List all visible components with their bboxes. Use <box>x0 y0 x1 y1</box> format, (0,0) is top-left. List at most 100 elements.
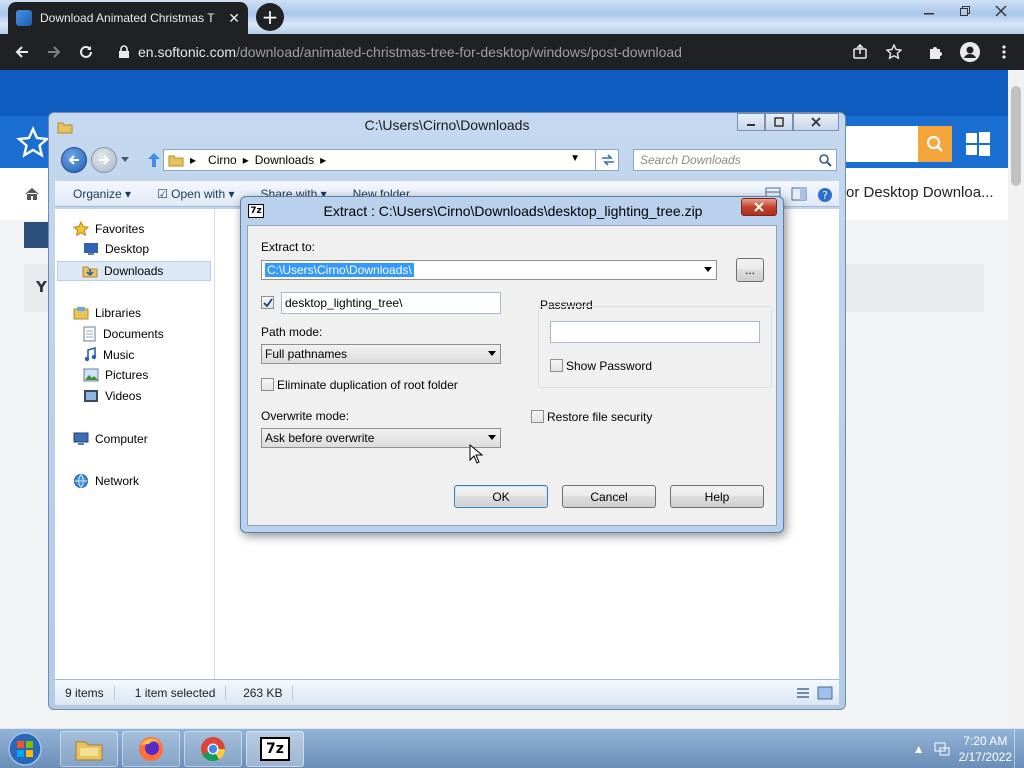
app-thumbnail <box>24 222 50 248</box>
download-card-text: Y <box>36 278 47 296</box>
restore-security-checkbox[interactable] <box>531 410 544 423</box>
taskbar-7zip[interactable]: 7z <box>246 731 304 767</box>
arrow-right-icon <box>48 46 61 58</box>
large-icons-view-icon[interactable] <box>817 686 833 700</box>
chevron-right-icon[interactable]: ▸ <box>243 153 249 167</box>
forward-button[interactable] <box>38 36 70 68</box>
svg-text:?: ? <box>822 189 828 202</box>
details-view-icon[interactable] <box>795 686 811 700</box>
address-dropdown-icon[interactable]: ▼ <box>570 153 580 164</box>
network-status-icon[interactable] <box>933 740 951 758</box>
explorer-status-bar: 9 items 1 item selected 263 KB <box>55 679 839 705</box>
explorer-address-bar[interactable]: ▸ Cirno ▸ Downloads ▸ ▼ <box>163 149 619 171</box>
downloads-folder-icon <box>82 266 98 278</box>
chevron-down-icon <box>488 351 496 356</box>
arrow-left-icon <box>68 155 79 165</box>
chevron-down-icon[interactable] <box>121 157 129 163</box>
checkmark-icon <box>262 297 273 307</box>
path-mode-label: Path mode: <box>261 325 323 339</box>
videos-icon <box>84 390 98 402</box>
explorer-window-controls <box>737 113 839 131</box>
nav-pictures[interactable]: Pictures <box>83 368 148 382</box>
organize-button[interactable]: Organize ▾ <box>73 187 131 201</box>
up-arrow-icon[interactable] <box>147 152 161 168</box>
page-scrollbar[interactable] <box>1008 70 1024 728</box>
firefox-icon <box>139 737 163 761</box>
browser-tab[interactable]: Download Animated Christmas T ✕ <box>8 2 248 34</box>
7zip-icon: 7z <box>260 737 290 761</box>
explorer-maximize-button[interactable] <box>765 113 793 131</box>
eliminate-duplication-checkbox[interactable] <box>261 378 274 391</box>
start-button[interactable] <box>4 731 46 767</box>
close-button[interactable] <box>986 0 1016 22</box>
taskbar-chrome[interactable] <box>184 731 242 767</box>
explorer-search-placeholder: Search Downloads <box>640 153 741 167</box>
nav-libraries[interactable]: Libraries <box>73 305 141 321</box>
close-icon <box>811 117 821 127</box>
system-tray: ▲ 7:20 AM 2/17/2022 <box>913 733 1012 765</box>
tab-close-icon[interactable]: ✕ <box>228 10 240 27</box>
clock-time: 7:20 AM <box>963 734 1008 748</box>
back-button[interactable] <box>6 36 38 68</box>
dialog-close-button[interactable] <box>741 198 777 216</box>
extract-to-combo[interactable]: C:\Users\Cirno\Downloads\ <box>261 260 717 280</box>
help-icon[interactable]: ? <box>817 187 833 203</box>
folder-name-checkbox[interactable] <box>261 296 274 309</box>
open-with-button[interactable]: ☑ Open with ▾ <box>157 187 234 201</box>
browse-button[interactable]: ... <box>736 258 764 282</box>
overwrite-mode-select[interactable]: Ask before overwrite <box>261 428 501 448</box>
site-search-button[interactable] <box>918 126 952 162</box>
chevron-right-icon: ▸ <box>190 153 197 167</box>
taskbar-explorer[interactable] <box>60 731 118 767</box>
new-tab-button[interactable]: + <box>256 3 284 31</box>
show-password-label: Show Password <box>566 359 653 373</box>
show-password-checkbox[interactable] <box>550 359 563 372</box>
menu-button[interactable] <box>988 36 1020 68</box>
nav-favorites[interactable]: Favorites <box>73 221 144 237</box>
reload-button[interactable] <box>70 36 102 68</box>
tray-expand-icon[interactable]: ▲ <box>913 742 925 756</box>
explorer-minimize-button[interactable] <box>737 113 765 131</box>
ad-banner <box>0 70 1008 116</box>
explorer-search-input[interactable]: Search Downloads <box>633 149 837 171</box>
reload-icon <box>80 45 92 58</box>
nav-videos[interactable]: Videos <box>83 389 141 403</box>
nav-documents[interactable]: Documents <box>83 326 164 342</box>
bookmark-button[interactable] <box>878 36 910 68</box>
preview-pane-icon[interactable] <box>791 187 807 201</box>
profile-button[interactable] <box>954 36 986 68</box>
extensions-button[interactable] <box>920 36 952 68</box>
nav-desktop[interactable]: Desktop <box>83 242 149 256</box>
explorer-back-button[interactable] <box>61 147 87 173</box>
address-segment-downloads[interactable]: Downloads <box>255 153 314 167</box>
nav-music[interactable]: Music <box>83 347 134 363</box>
share-button[interactable] <box>844 36 876 68</box>
cancel-button[interactable]: Cancel <box>562 485 656 508</box>
taskbar-firefox[interactable] <box>122 731 180 767</box>
computer-icon <box>73 432 89 445</box>
minimize-icon <box>747 124 755 126</box>
scrollbar-thumb[interactable] <box>1011 86 1021 186</box>
clock[interactable]: 7:20 AM 2/17/2022 <box>959 733 1012 765</box>
minimize-button[interactable] <box>914 0 944 22</box>
explorer-forward-button[interactable] <box>91 147 117 173</box>
address-bar[interactable]: en.softonic.com/download/animated-christ… <box>108 38 848 66</box>
nav-computer[interactable]: Computer <box>73 431 148 447</box>
restore-button[interactable] <box>950 0 980 22</box>
explorer-close-button[interactable] <box>793 113 839 131</box>
explorer-refresh-button[interactable] <box>595 149 619 171</box>
folder-name-input[interactable]: desktop_lighting_tree\ <box>281 292 501 314</box>
explorer-nav-buttons <box>61 147 161 173</box>
chevron-right-icon[interactable]: ▸ <box>320 153 326 167</box>
ok-button[interactable]: OK <box>454 485 548 508</box>
help-button[interactable]: Help <box>670 485 764 508</box>
path-mode-select[interactable]: Full pathnames <box>261 344 501 364</box>
show-desktop-button[interactable] <box>1014 729 1024 768</box>
softonic-logo-icon[interactable] <box>16 126 50 160</box>
address-segment-cirno[interactable]: Cirno <box>208 153 237 167</box>
eliminate-duplication-label: Eliminate duplication of root folder <box>277 378 458 392</box>
nav-network[interactable]: Network <box>73 473 139 489</box>
nav-downloads[interactable]: Downloads <box>57 261 211 281</box>
home-icon[interactable] <box>24 186 40 202</box>
password-input[interactable] <box>550 321 760 343</box>
